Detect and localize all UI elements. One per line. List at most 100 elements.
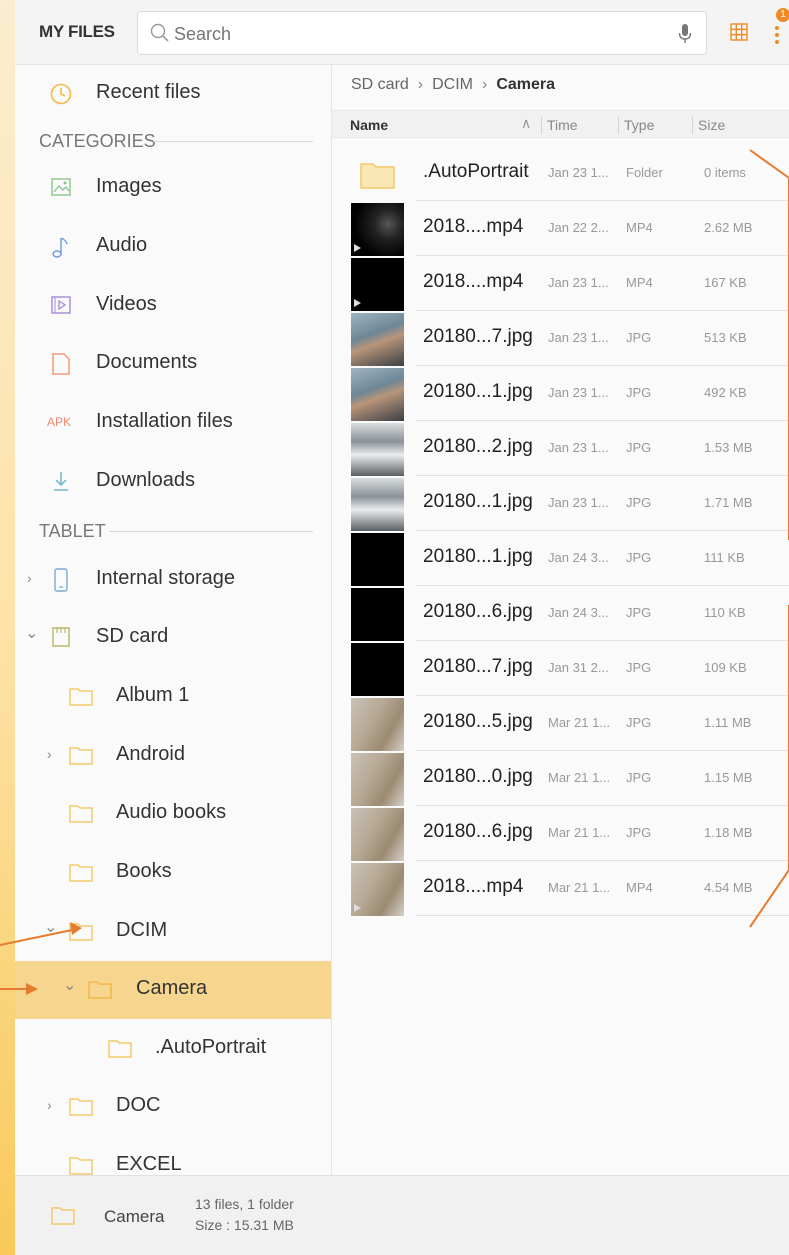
file-type: MP4 xyxy=(626,880,653,895)
file-name: 2018....mp4 xyxy=(423,876,524,897)
sidebar-item-images[interactable]: Images xyxy=(15,159,331,217)
file-name: 20180...5.jpg xyxy=(423,711,533,732)
categories-header: CATEGORIES xyxy=(39,131,156,151)
file-row[interactable]: 2018....mp4 Mar 21 1... MP4 4.54 MB xyxy=(332,861,789,916)
sidebar-item-documents[interactable]: Documents xyxy=(15,335,331,393)
chevron-down-icon[interactable]: ⌄ xyxy=(25,623,38,643)
sidebar-item-videos[interactable]: Videos xyxy=(15,277,331,335)
file-row[interactable]: 20180...0.jpg Mar 21 1... JPG 1.15 MB xyxy=(332,751,789,806)
microphone-icon[interactable] xyxy=(678,23,692,50)
file-name: 20180...6.jpg xyxy=(423,601,533,622)
file-name: 20180...1.jpg xyxy=(423,546,533,567)
file-row[interactable]: 20180...1.jpg Jan 23 1... JPG 1.71 MB xyxy=(332,476,789,531)
breadcrumb-dcim[interactable]: DCIM xyxy=(432,76,473,93)
thumbnail-image xyxy=(351,258,404,311)
sidebar-item-recent-files[interactable]: Recent files xyxy=(15,65,331,123)
thumbnail-image xyxy=(351,313,404,366)
thumbnail-image xyxy=(351,533,404,586)
tree-item-dcim[interactable]: ⌄ DCIM xyxy=(15,903,331,961)
file-name: 20180...7.jpg xyxy=(423,656,533,677)
file-name: 20180...2.jpg xyxy=(423,436,533,457)
search-box[interactable] xyxy=(137,11,707,55)
sidebar-item-label: SD card xyxy=(96,625,169,647)
file-size: 1.71 MB xyxy=(704,495,753,510)
tablet-header: TABLET xyxy=(39,521,106,541)
chevron-down-icon[interactable]: ⌄ xyxy=(63,975,76,995)
thumbnail-image xyxy=(351,423,404,476)
grid-view-icon[interactable] xyxy=(729,22,749,47)
tree-item-album-1[interactable]: Album 1 xyxy=(15,668,331,726)
file-row[interactable]: 20180...6.jpg Mar 21 1... JPG 1.18 MB xyxy=(332,806,789,861)
file-size: 167 KB xyxy=(704,275,747,290)
column-name[interactable]: Name xyxy=(350,117,388,133)
tree-item-autoportrait[interactable]: .AutoPortrait xyxy=(15,1020,331,1078)
file-row[interactable]: 2018....mp4 Jan 22 2... MP4 2.62 MB xyxy=(332,201,789,256)
search-input[interactable] xyxy=(174,22,654,46)
breadcrumb-sd-card[interactable]: SD card xyxy=(351,76,409,93)
folder-icon xyxy=(69,746,93,771)
sidebar-item-internal-storage[interactable]: › Internal storage xyxy=(15,551,331,609)
column-size[interactable]: Size xyxy=(698,117,725,133)
tree-item-label: EXCEL xyxy=(116,1153,182,1175)
chevron-right-icon[interactable]: › xyxy=(47,1097,52,1113)
chevron-right-icon[interactable]: › xyxy=(27,570,32,586)
top-bar: MY FILES 1 xyxy=(15,0,789,65)
file-row[interactable]: 20180...6.jpg Jan 24 3... JPG 110 KB xyxy=(332,586,789,641)
file-name: 2018....mp4 xyxy=(423,216,524,237)
tree-item-audio-books[interactable]: Audio books xyxy=(15,785,331,843)
app-title: MY FILES xyxy=(39,22,115,41)
file-name: 20180...1.jpg xyxy=(423,491,533,512)
tree-item-label: DCIM xyxy=(116,919,168,941)
folder-icon xyxy=(69,804,93,829)
file-type: MP4 xyxy=(626,220,653,235)
file-type: JPG xyxy=(626,715,652,730)
tree-item-label: Camera xyxy=(136,977,208,999)
file-row[interactable]: 20180...5.jpg Mar 21 1... JPG 1.11 MB xyxy=(332,696,789,751)
section-divider xyxy=(109,531,313,532)
file-type: JPG xyxy=(626,605,652,620)
download-icon xyxy=(51,470,71,497)
file-type: JPG xyxy=(626,825,652,840)
sidebar-item-downloads[interactable]: Downloads xyxy=(15,453,331,511)
file-size: 1.15 MB xyxy=(704,770,753,785)
file-row[interactable]: 20180...7.jpg Jan 31 2... JPG 109 KB xyxy=(332,641,789,696)
tree-item-books[interactable]: Books xyxy=(15,844,331,902)
sort-asc-icon[interactable]: ∧ xyxy=(521,115,531,132)
file-size: 109 KB xyxy=(704,660,747,675)
chevron-right-icon[interactable]: › xyxy=(47,746,52,762)
sidebar-item-installation-files[interactable]: APK Installation files xyxy=(15,394,331,452)
column-type[interactable]: Type xyxy=(624,117,654,133)
sidebar-item-label: Internal storage xyxy=(96,567,235,589)
tree-item-android[interactable]: › Android xyxy=(15,727,331,785)
file-row[interactable]: 2018....mp4 Jan 23 1... MP4 167 KB xyxy=(332,256,789,311)
folder-icon xyxy=(69,1097,93,1122)
file-time: Mar 21 1... xyxy=(548,770,611,785)
file-row[interactable]: 20180...7.jpg Jan 23 1... JPG 513 KB xyxy=(332,311,789,366)
file-list-pane: SD card › DCIM › Camera Name ∧ Time Type Siz… xyxy=(332,65,789,1175)
tree-item-label: .AutoPortrait xyxy=(155,1036,267,1058)
chevron-down-icon[interactable]: ⌄ xyxy=(44,917,57,937)
sidebar-item-audio[interactable]: Audio xyxy=(15,218,331,276)
sidebar-item-sd-card[interactable]: ⌄ SD card xyxy=(15,609,331,667)
folder-icon xyxy=(69,922,93,947)
tree-item-doc[interactable]: › DOC xyxy=(15,1078,331,1136)
file-type: MP4 xyxy=(626,275,653,290)
file-row[interactable]: 20180...1.jpg Jan 24 3... JPG 111 KB xyxy=(332,531,789,586)
row-divider xyxy=(416,915,789,916)
sd-card-icon xyxy=(51,626,71,653)
play-icon xyxy=(354,244,361,252)
file-name: .AutoPortrait xyxy=(423,161,529,182)
tree-item-camera[interactable]: ⌄ Camera xyxy=(15,961,331,1019)
file-row[interactable]: .AutoPortrait Jan 23 1... Folder 0 items xyxy=(332,146,789,201)
file-size: 4.54 MB xyxy=(704,880,753,895)
column-time[interactable]: Time xyxy=(547,117,578,133)
tree-item-excel[interactable]: EXCEL xyxy=(15,1137,331,1175)
folder-icon xyxy=(351,148,404,201)
file-row[interactable]: 20180...2.jpg Jan 23 1... JPG 1.53 MB xyxy=(332,421,789,476)
tree-item-label: Books xyxy=(116,860,172,882)
tree-item-label: Album 1 xyxy=(116,684,190,706)
file-time: Jan 22 2... xyxy=(548,220,609,235)
play-icon xyxy=(354,299,361,307)
file-row[interactable]: 20180...1.jpg Jan 23 1... JPG 492 KB xyxy=(332,366,789,421)
thumbnail-image xyxy=(351,753,404,806)
